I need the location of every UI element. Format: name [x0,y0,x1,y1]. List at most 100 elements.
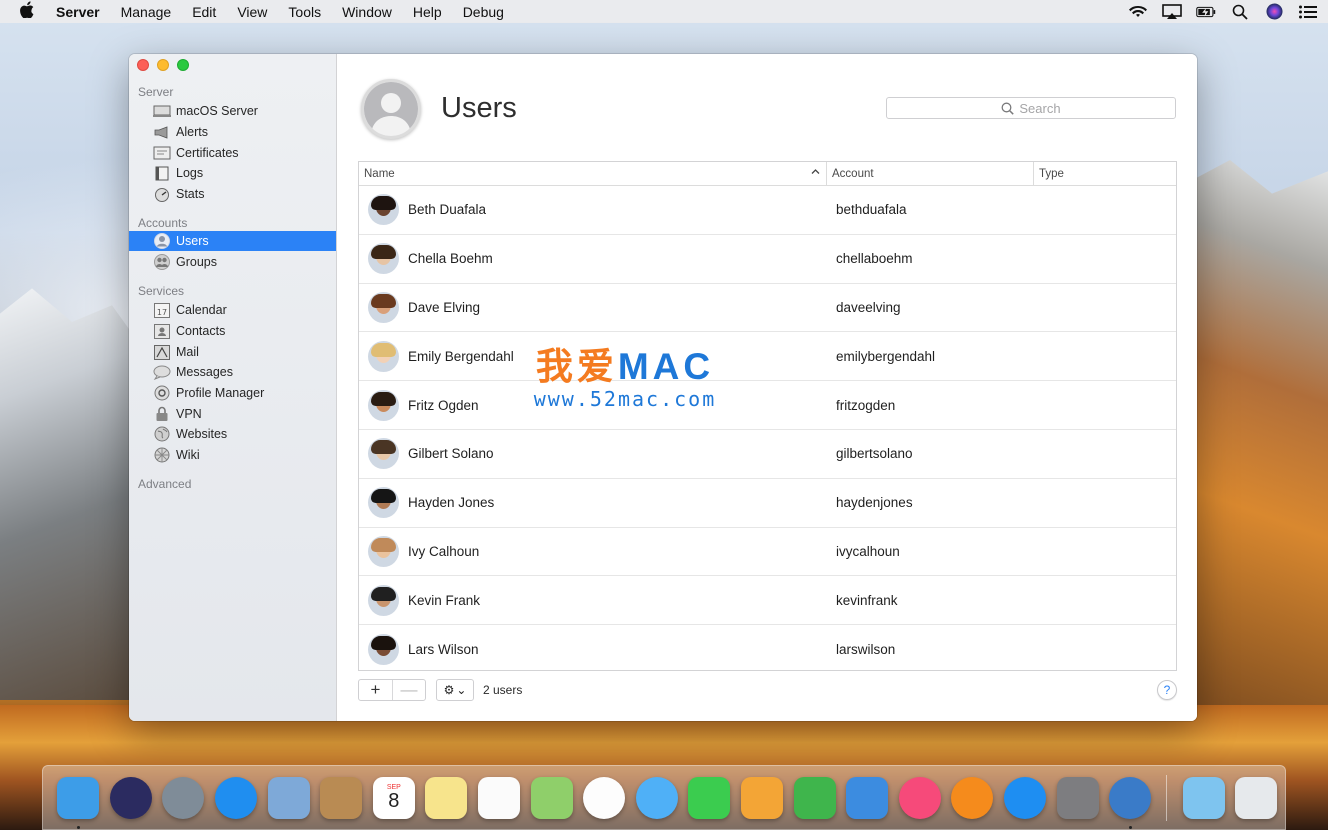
running-indicator [1128,825,1132,829]
menu-tools[interactable]: Tools [288,4,321,20]
photos-icon [583,776,626,819]
wifi-icon[interactable] [1128,4,1148,20]
sidebar-item-groups[interactable]: Groups [129,252,336,272]
menu-view[interactable]: View [237,4,267,20]
add-user-button[interactable]: + [359,680,392,700]
battery-icon[interactable] [1196,4,1216,20]
sidebar-item-websites[interactable]: Websites [129,424,336,444]
dock-keynote[interactable] [841,772,894,824]
sidebar-item-mail[interactable]: Mail [129,342,336,362]
dock-ibooks[interactable] [946,772,999,824]
dock-photos[interactable] [578,772,631,824]
help-button[interactable]: ? [1157,680,1177,700]
dock-trash[interactable] [1230,772,1283,824]
close-button[interactable] [137,59,149,71]
pages-icon [741,776,784,819]
dock-reminders[interactable] [473,772,526,824]
dock-system-preferences[interactable] [1051,772,1104,824]
sidebar-item-macos-server[interactable]: macOS Server [129,101,336,121]
sidebar-item-messages[interactable]: Messages [129,362,336,382]
dock-pages[interactable] [736,772,789,824]
search-input[interactable]: Search [886,97,1176,119]
menu-edit[interactable]: Edit [192,4,216,20]
dock-finder[interactable] [52,772,105,829]
sidebar-item-alerts[interactable]: Alerts [129,122,336,142]
dock-downloads[interactable] [1177,772,1230,824]
sidebar-item-wiki[interactable]: Wiki [129,445,336,465]
user-name: Ivy Calhoun [408,543,480,559]
dock-mail-stamp[interactable] [262,772,315,824]
column-header-account[interactable]: Account [827,162,1034,186]
calendar-icon: 17 [153,302,171,318]
dock-app-store[interactable] [999,772,1052,824]
users-table: Name Account Type Beth Duafala bethduafal… [358,161,1177,671]
menu-help[interactable]: Help [413,4,442,20]
action-menu-button[interactable]: ⚙ ⌄ [436,679,474,701]
notification-center-icon[interactable] [1298,4,1318,20]
menu-app-name[interactable]: Server [56,4,100,20]
dock-launchpad[interactable] [157,772,210,824]
downloads-icon [1182,776,1225,819]
server-window: Server macOS Server Alerts Certificates … [129,54,1197,721]
dock-notes[interactable] [420,772,473,824]
avatar [368,633,399,665]
table-row[interactable]: Ivy Calhoun ivycalhoun [359,528,1176,577]
zoom-button[interactable] [177,59,189,71]
page-title: Users [441,92,517,124]
table-row[interactable]: Dave Elving daveelving [359,284,1176,333]
table-row[interactable]: Gilbert Solano gilbertsolano [359,430,1176,479]
minimize-button[interactable] [157,59,169,71]
gear-icon: ⚙ [443,683,455,697]
column-header-name[interactable]: Name [359,162,827,186]
dock-messages[interactable] [631,772,684,824]
app-store-icon [1003,776,1046,819]
airplay-icon[interactable] [1162,3,1182,20]
sidebar-item-stats[interactable]: Stats [129,184,336,204]
apple-menu-icon[interactable] [20,1,38,22]
facetime-icon [688,776,731,819]
dock-siri[interactable] [105,772,158,824]
table-row[interactable]: Fritz Ogden fritzogden [359,381,1176,430]
dock-numbers[interactable] [788,772,841,824]
sidebar-item-logs[interactable]: Logs [129,163,336,183]
search-placeholder: Search [1019,100,1061,116]
user-name: Dave Elving [408,299,481,315]
svg-text:17: 17 [157,308,167,317]
table-row[interactable]: Kevin Frank kevinfrank [359,576,1176,626]
column-header-label: Account [832,168,874,180]
table-row[interactable]: Emily Bergendahl emilybergendahl [359,332,1176,382]
dock-server[interactable] [1104,772,1157,829]
table-row[interactable]: Beth Duafala bethduafala [359,186,1176,235]
sidebar-section-advanced[interactable]: Advanced [138,477,191,491]
avatar [368,584,399,616]
menu-window[interactable]: Window [342,4,392,20]
table-row[interactable]: Chella Boehm chellaboehm [359,235,1176,284]
menu-debug[interactable]: Debug [463,4,504,20]
sidebar-item-vpn[interactable]: VPN [129,404,336,424]
avatar [368,291,399,323]
user-name: Gilbert Solano [408,446,494,462]
table-body: Beth Duafala bethduafala Chella Boehm chell… [359,186,1176,670]
sidebar-item-label: Calendar [176,303,227,317]
remove-user-button[interactable]: — [392,680,425,700]
spotlight-icon[interactable] [1230,4,1250,20]
sidebar-item-users[interactable]: Users [129,231,336,251]
column-header-type[interactable]: Type [1034,162,1176,186]
dock-contacts[interactable] [315,772,368,824]
avatar [368,389,399,421]
siri-icon[interactable] [1264,3,1284,20]
dock-itunes[interactable] [894,772,947,824]
sidebar-item-certificates[interactable]: Certificates [129,143,336,163]
sidebar-item-contacts[interactable]: Contacts [129,321,336,341]
table-row[interactable]: Lars Wilson larswilson [359,625,1176,670]
dock-facetime[interactable] [683,772,736,824]
dock-maps[interactable] [525,772,578,824]
sidebar-item-profile-manager[interactable]: Profile Manager [129,383,336,403]
dock-calendar[interactable]: SEP 8 [368,772,421,824]
search-icon [1001,102,1015,115]
sidebar-item-calendar[interactable]: 17 Calendar [129,300,336,320]
notes-icon [425,776,468,819]
dock-safari[interactable] [210,772,263,824]
table-row[interactable]: Hayden Jones haydenjones [359,479,1176,528]
menu-manage[interactable]: Manage [121,4,172,20]
